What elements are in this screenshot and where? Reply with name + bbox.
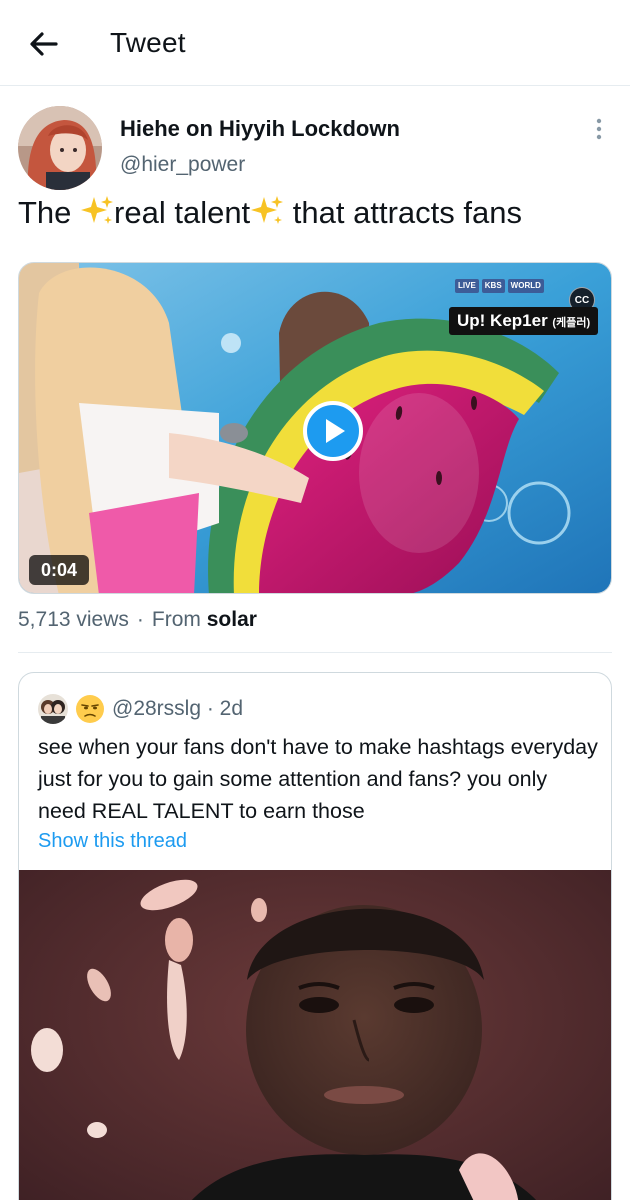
caption-sub: (케플러) <box>552 317 591 329</box>
tweet-text-part: The <box>18 195 81 230</box>
broadcast-label: KBS <box>481 279 505 293</box>
broadcast-label: LIVE <box>455 279 479 293</box>
arrow-left-icon[interactable] <box>26 26 62 62</box>
show-thread-link[interactable]: Show this thread <box>38 830 187 853</box>
sparkles-icon <box>81 196 114 224</box>
tweet-meta: 5,713 views · From solar <box>18 608 257 632</box>
tweet-text-part: that attracts fans <box>284 195 522 230</box>
play-button[interactable] <box>303 401 363 461</box>
quoted-tweet-text: see when your fans don't have to make ha… <box>38 735 598 823</box>
quoted-photo <box>19 870 611 1200</box>
video-duration: 0:04 <box>29 555 90 585</box>
quoted-author-avatar[interactable] <box>38 694 68 724</box>
play-icon <box>326 419 345 443</box>
quoted-handle[interactable]: @28rsslg <box>112 697 201 720</box>
video-player[interactable]: LIVE KBS WORLD CC Up! Kep1er (케플러) 0:04 <box>18 262 612 594</box>
separator-dot: · <box>136 608 144 631</box>
page-title: Tweet <box>110 27 186 58</box>
tweet-text-part: real talent <box>114 195 251 230</box>
author-handle[interactable]: @hier_power <box>120 153 245 177</box>
from-label: From <box>151 608 201 631</box>
video-caption-tag: Up! Kep1er (케플러) <box>449 307 599 335</box>
tweet-text: The real talent that attracts fans <box>18 193 522 233</box>
source-app: solar <box>206 608 257 631</box>
broadcast-label: WORLD <box>507 279 544 293</box>
quoted-handle-line: @28rsslg · 2d <box>112 694 243 724</box>
view-count: 5,713 views <box>18 608 129 631</box>
divider <box>18 652 612 653</box>
quoted-timestamp: · 2d <box>206 697 244 720</box>
quoted-tweet-image[interactable] <box>19 870 611 1200</box>
unamused-face-icon <box>76 695 104 723</box>
author-display-name[interactable]: Hiehe on Hiyyih Lockdown <box>120 116 400 142</box>
caption-main: Up! Kep1er <box>457 311 548 330</box>
sparkles-icon <box>251 196 284 224</box>
vertical-ellipsis-icon[interactable] <box>590 116 608 144</box>
author-avatar[interactable] <box>18 106 102 190</box>
broadcast-logo: LIVE KBS WORLD <box>455 279 544 293</box>
quoted-tweet-card[interactable]: @28rsslg · 2d see when your fans don't h… <box>18 672 612 1200</box>
top-bar: Tweet <box>0 0 630 86</box>
